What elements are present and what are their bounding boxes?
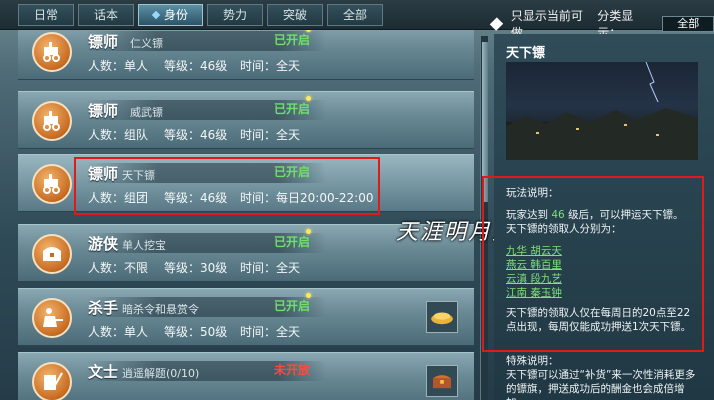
rules-heading: 玩法说明： bbox=[506, 187, 559, 199]
reward-chest-icon[interactable] bbox=[426, 365, 458, 397]
player-count: 人数：不限 bbox=[88, 261, 149, 275]
top-bar: 日常 话本 身份 势力 突破 全部 只显示当前可做 分类显示： 全部 bbox=[0, 0, 714, 40]
tab-identity-label: 身份 bbox=[164, 8, 189, 22]
notice-dot-icon bbox=[306, 229, 311, 234]
escort-cart-icon bbox=[32, 101, 72, 141]
highlight-box bbox=[74, 157, 380, 215]
tab-all[interactable]: 全部 bbox=[327, 4, 384, 26]
card-subtitle: 暗杀令和悬赏令 bbox=[122, 303, 199, 316]
card-subtitle: 逍遥解题(0/10) bbox=[122, 367, 200, 380]
escort-cart-icon bbox=[32, 32, 72, 72]
npc-list: 九华 胡云天 燕云 韩百里 云滇 段九艺 江南 秦玉钟 bbox=[506, 244, 562, 300]
tab-faction[interactable]: 势力 bbox=[207, 4, 264, 26]
time-window: 时间：全天 bbox=[240, 59, 301, 73]
only-available-checkbox[interactable] bbox=[489, 17, 504, 31]
time-window: 时间：全天 bbox=[240, 128, 301, 142]
activity-card[interactable]: 杀手 暗杀令和悬赏令 已开启 人数：单人 等级：50级 时间：全天 bbox=[18, 288, 474, 346]
status-badge: 未开放 bbox=[274, 363, 311, 377]
player-count: 人数：组队 bbox=[88, 128, 149, 142]
escort-cart-icon bbox=[32, 164, 72, 204]
special-text: 天下镖可以通过“补货”来一次性消耗更多的镖旗，押送成功后的酬金也会成倍增加。 bbox=[506, 369, 696, 400]
npc-link[interactable]: 燕云 韩百里 bbox=[506, 258, 562, 272]
reward-gold-icon[interactable] bbox=[426, 301, 458, 333]
npc-link[interactable]: 云滇 段九艺 bbox=[506, 272, 562, 286]
city-night-image bbox=[506, 62, 698, 160]
notice-dot-icon bbox=[306, 293, 311, 298]
tab-identity[interactable]: 身份 bbox=[138, 4, 204, 26]
level-requirement: 等级：46级 bbox=[164, 59, 228, 73]
card-subtitle: 威武镖 bbox=[130, 106, 163, 119]
status-badge: 已开启 bbox=[274, 235, 311, 249]
rules-level-line: 玩家达到 46 级后，可以押运天下镖。 bbox=[506, 208, 702, 222]
detail-panel: 天下镖 玩法说明： 玩家达到 46 级后，可以押运天下镖。 天下镖的领取人分别为… bbox=[482, 34, 714, 400]
card-info: 人数：不限 等级：30级 时间：全天 bbox=[88, 259, 300, 276]
rules-text: 玩家达到 bbox=[506, 209, 548, 221]
status-badge: 已开启 bbox=[274, 299, 311, 313]
rules-line3: 天下镖的领取人仅在每周日的20点至22点出现，每周仅能成功押送1次天下镖。 bbox=[506, 307, 692, 333]
card-subtitle: 单人挖宝 bbox=[122, 239, 166, 252]
assassin-icon bbox=[32, 298, 72, 338]
scroll-quill-icon bbox=[32, 362, 72, 400]
card-info: 人数：单人 等级：50级 时间：全天 bbox=[88, 323, 300, 340]
category-select[interactable]: 全部 bbox=[662, 16, 714, 32]
detail-title: 天下镖 bbox=[506, 46, 546, 61]
treasure-chest-icon bbox=[32, 234, 72, 274]
player-count: 人数：单人 bbox=[88, 59, 149, 73]
category-tabs: 日常 话本 身份 势力 突破 全部 bbox=[18, 4, 384, 26]
tab-breakthrough[interactable]: 突破 bbox=[267, 4, 324, 26]
player-count: 人数：单人 bbox=[88, 325, 149, 339]
time-window: 时间：全天 bbox=[240, 325, 301, 339]
level-requirement: 等级：46级 bbox=[164, 128, 228, 142]
status-badge: 已开启 bbox=[274, 33, 311, 47]
activity-card[interactable]: 镖师 仁义镖 已开启 人数：单人 等级：46级 时间：全天 bbox=[18, 30, 474, 80]
special-heading: 特殊说明： bbox=[506, 355, 559, 367]
tab-daily[interactable]: 日常 bbox=[18, 4, 74, 26]
card-title: 镖师 bbox=[88, 102, 119, 120]
card-title: 游侠 bbox=[88, 235, 119, 253]
activity-card[interactable]: 镖师 威武镖 已开启 人数：组队 等级：46级 时间：全天 bbox=[18, 91, 474, 149]
level-requirement: 等级：50级 bbox=[164, 325, 228, 339]
rules-line2: 天下镖的领取人分别为： bbox=[506, 223, 622, 235]
tab-story[interactable]: 话本 bbox=[78, 4, 134, 26]
card-title: 文士 bbox=[88, 363, 119, 381]
card-subtitle: 仁义镖 bbox=[130, 37, 163, 50]
diamond-icon bbox=[151, 10, 161, 20]
status-badge: 已开启 bbox=[274, 102, 311, 116]
npc-link[interactable]: 九华 胡云天 bbox=[506, 244, 562, 258]
card-info: 人数：单人 等级：46级 时间：全天 bbox=[88, 57, 300, 74]
rules-text: 级后，可以押运天下镖。 bbox=[568, 209, 684, 221]
level-requirement: 等级：30级 bbox=[164, 261, 228, 275]
notice-dot-icon bbox=[306, 96, 311, 101]
card-title: 镖师 bbox=[88, 33, 119, 51]
time-window: 时间：全天 bbox=[240, 261, 301, 275]
card-title: 杀手 bbox=[88, 299, 119, 317]
activity-card-selected[interactable]: 镖师 天下镖 已开启 人数：组团 等级：46级 时间：每日20:00-22:00 bbox=[18, 154, 474, 215]
activity-card[interactable]: 文士 逍遥解题(0/10) 未开放 bbox=[18, 352, 474, 400]
card-info: 人数：组队 等级：46级 时间：全天 bbox=[88, 126, 300, 143]
npc-link[interactable]: 江南 秦玉钟 bbox=[506, 286, 562, 300]
rules-level: 46 bbox=[551, 209, 565, 221]
